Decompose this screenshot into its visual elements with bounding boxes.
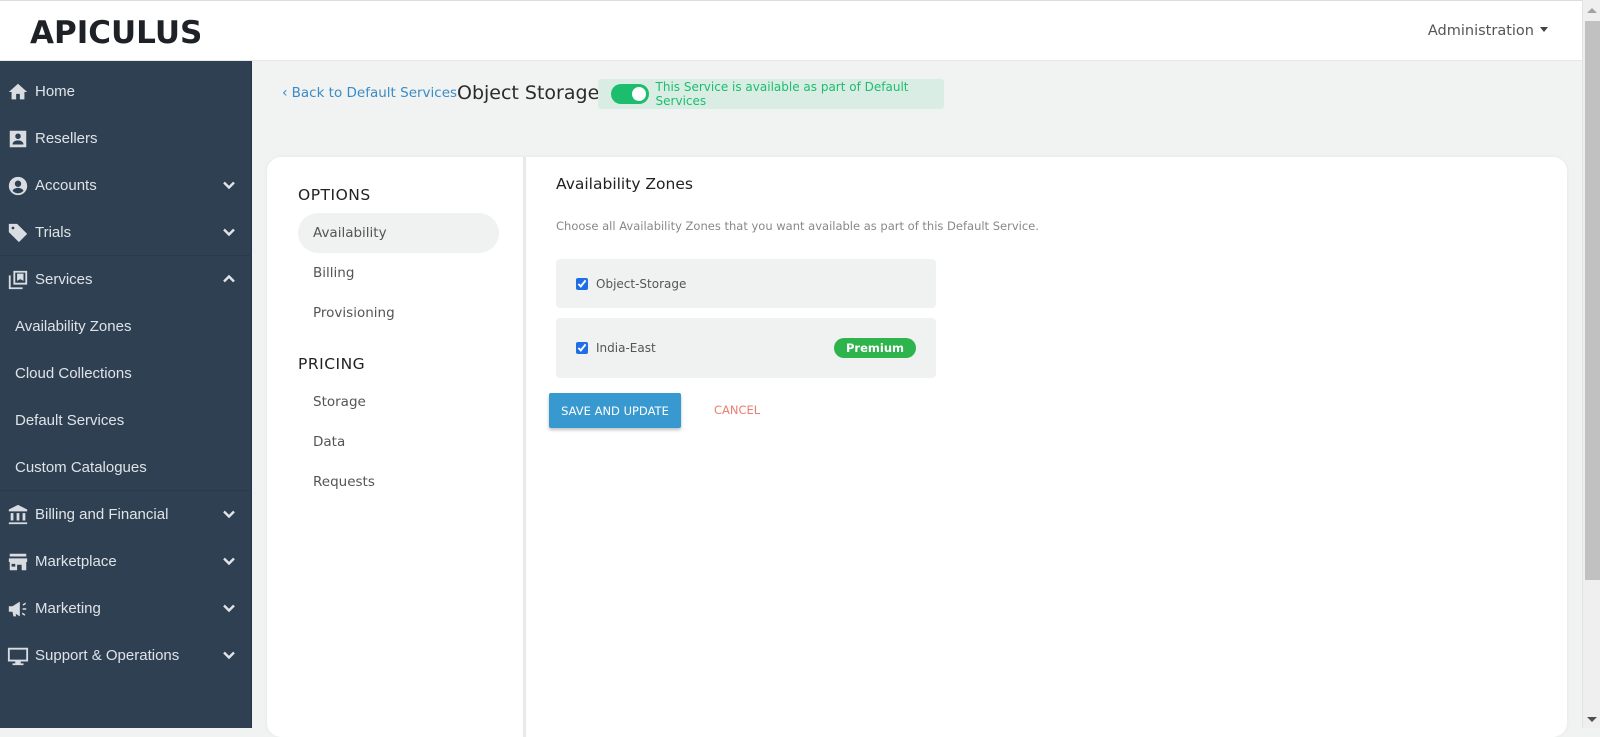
sidebar-item-trials[interactable]: Trials	[0, 209, 252, 256]
back-link-label: Back to Default Services	[291, 85, 458, 101]
zone-name: India-East	[596, 341, 656, 355]
sidebar-item-label: Marketing	[35, 600, 101, 617]
sidebar-subitem-default-services[interactable]: Default Services	[0, 397, 252, 444]
chevron-left-icon: ‹	[282, 85, 288, 101]
sidebar-subitem-custom-catalogues[interactable]: Custom Catalogues	[0, 444, 252, 491]
sidebar-item-label: Resellers	[35, 130, 98, 147]
sidebar-item-accounts[interactable]: Accounts	[0, 162, 252, 209]
sidebar-item-marketing[interactable]: Marketing	[0, 585, 252, 632]
administration-menu[interactable]: Administration	[1428, 23, 1548, 39]
page-title: Object Storage	[457, 82, 600, 104]
scrollbar-thumb[interactable]	[1585, 21, 1600, 580]
megaphone-icon	[7, 598, 29, 620]
scroll-down-arrow-icon[interactable]	[1587, 717, 1597, 722]
service-settings-card: OPTIONS Availability Billing Provisionin…	[267, 157, 1567, 737]
pricing-storage[interactable]: Storage	[298, 382, 499, 422]
sidebar-subitem-availability-zones[interactable]: Availability Zones	[0, 303, 252, 350]
pricing-heading: PRICING	[298, 355, 366, 373]
zone-row-object-storage[interactable]: Object-Storage	[556, 259, 936, 308]
back-to-default-services-link[interactable]: ‹ Back to Default Services	[282, 85, 457, 101]
premium-badge: Premium	[834, 338, 916, 358]
sidebar-item-billing[interactable]: Billing and Financial	[0, 491, 252, 538]
sidebar-item-marketplace[interactable]: Marketplace	[0, 538, 252, 585]
sidebar-item-home[interactable]: Home	[0, 68, 252, 115]
sidebar-item-resellers[interactable]: Resellers	[0, 115, 252, 162]
chevron-down-icon[interactable]	[222, 601, 236, 615]
chevron-down-icon[interactable]	[222, 507, 236, 521]
option-availability[interactable]: Availability	[298, 213, 499, 253]
zone-row-india-east[interactable]: India-East Premium	[556, 318, 936, 378]
administration-label: Administration	[1427, 23, 1534, 39]
chevron-up-icon[interactable]	[222, 272, 236, 286]
option-billing[interactable]: Billing	[298, 253, 499, 293]
zone-checkbox-object-storage[interactable]	[576, 277, 588, 290]
availability-toggle[interactable]	[611, 84, 649, 104]
availability-zones-description: Choose all Availability Zones that you w…	[556, 219, 1039, 233]
chevron-down-icon[interactable]	[222, 648, 236, 662]
zone-checkbox-india-east[interactable]	[576, 342, 588, 354]
caret-down-icon	[1540, 27, 1548, 32]
sidebar-item-label: Billing and Financial	[35, 506, 169, 523]
sidebar-item-label: Trials	[35, 224, 72, 241]
main-content: ‹ Back to Default Services Object Storag…	[252, 61, 1582, 737]
pricing-requests[interactable]: Requests	[298, 462, 499, 502]
home-icon	[7, 81, 29, 103]
availability-zones-title: Availability Zones	[556, 175, 693, 193]
pricing-data[interactable]: Data	[298, 422, 499, 462]
sidebar-item-support[interactable]: Support & Operations	[0, 632, 252, 679]
toggle-knob	[631, 87, 646, 101]
chevron-down-icon[interactable]	[222, 178, 236, 192]
bank-icon	[7, 504, 29, 526]
sidebar: Home Resellers Accounts Trials Services …	[0, 61, 252, 728]
store-icon	[7, 551, 29, 573]
save-and-update-button[interactable]: SAVE AND UPDATE	[549, 393, 681, 428]
sidebar-subitem-cloud-collections[interactable]: Cloud Collections	[0, 350, 252, 397]
sidebar-item-label: Services	[35, 271, 93, 288]
account-icon	[7, 175, 29, 197]
sidebar-item-services[interactable]: Services	[0, 256, 252, 303]
tag-icon	[7, 222, 29, 244]
option-provisioning[interactable]: Provisioning	[298, 293, 499, 333]
card-divider	[523, 157, 526, 737]
top-bar: APICULUS Administration	[0, 0, 1582, 61]
reseller-icon	[7, 128, 29, 150]
zone-name: Object-Storage	[596, 276, 687, 291]
monitor-icon	[7, 645, 29, 667]
apiculus-logo[interactable]: APICULUS	[30, 15, 202, 51]
availability-text: This Service is available as part of Def…	[655, 80, 909, 108]
chevron-down-icon[interactable]	[222, 225, 236, 239]
services-icon	[7, 269, 29, 291]
scroll-up-arrow-icon[interactable]	[1587, 8, 1597, 13]
sidebar-item-label: Home	[35, 83, 76, 100]
cancel-button[interactable]: CANCEL	[714, 403, 760, 417]
options-heading: OPTIONS	[298, 186, 371, 204]
sidebar-item-label: Accounts	[35, 177, 97, 194]
chevron-down-icon[interactable]	[222, 554, 236, 568]
sidebar-item-label: Marketplace	[35, 553, 117, 570]
page-scrollbar[interactable]	[1582, 0, 1600, 728]
availability-banner: This Service is available as part of Def…	[598, 79, 944, 109]
sidebar-item-label: Support & Operations	[35, 647, 180, 664]
